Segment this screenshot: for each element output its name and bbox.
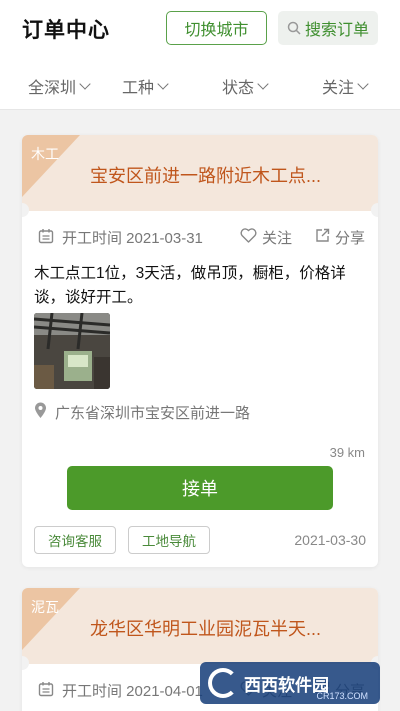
trade-label: 木工 <box>31 146 59 162</box>
site-navigation-button[interactable]: 工地导航 <box>128 526 210 554</box>
order-meta: 开工时间 2021-03-31 关注 分享 <box>22 227 378 249</box>
filter-status-label: 状态 <box>222 80 255 97</box>
heart-icon <box>240 228 257 247</box>
watermark-logo: 西西软件园 CR173.COM <box>200 662 380 704</box>
page-title: 订单中心 <box>22 19 110 42</box>
calendar-icon <box>38 681 54 701</box>
order-card[interactable]: 木工 宝安区前进一路附近木工点... 开工时间 2021-03-31 关注 分享… <box>22 135 378 567</box>
share-button[interactable]: 分享 <box>315 227 365 248</box>
chevron-down-icon <box>257 78 269 90</box>
start-time: 开工时间 2021-03-31 <box>38 227 203 248</box>
order-address: 广东省深圳市宝安区前进一路 <box>34 402 250 423</box>
address-text: 广东省深圳市宝安区前进一路 <box>55 405 251 422</box>
consult-service-button[interactable]: 咨询客服 <box>34 526 116 554</box>
search-icon <box>287 21 301 35</box>
start-time-text: 开工时间 2021-03-31 <box>62 230 203 247</box>
chevron-down-icon <box>357 78 369 90</box>
follow-label: 关注 <box>262 230 293 247</box>
filter-city[interactable]: 全深圳 <box>28 74 91 98</box>
share-icon <box>315 228 330 247</box>
share-label: 分享 <box>335 230 366 247</box>
top-bar: 订单中心 切换城市 搜索订单 <box>0 0 400 58</box>
chevron-down-icon <box>79 78 91 90</box>
distance: 39 km <box>329 445 365 460</box>
order-description: 木工点工1位，3天活，做吊顶，橱柜，价格详谈，谈好开工。 <box>34 265 346 306</box>
filter-trade[interactable]: 工种 <box>122 74 169 98</box>
order-title[interactable]: 宝安区前进一路附近木工点... <box>90 162 321 188</box>
filter-bar: 全深圳 工种 状态 关注 <box>0 58 400 110</box>
calendar-icon <box>38 228 54 248</box>
switch-city-button[interactable]: 切换城市 <box>166 11 267 45</box>
ticket-notch <box>371 203 378 217</box>
posted-date: 2021-03-30 <box>294 532 366 548</box>
trade-label: 泥瓦 <box>31 599 59 615</box>
site-photo[interactable] <box>34 313 110 389</box>
search-orders-label: 搜索订单 <box>304 22 369 39</box>
chevron-down-icon <box>157 78 169 90</box>
filter-city-label: 全深圳 <box>28 80 77 97</box>
filter-follow-label: 关注 <box>322 80 355 97</box>
start-time: 开工时间 2021-04-01 <box>38 680 203 701</box>
start-time-text: 开工时间 2021-04-01 <box>62 683 203 700</box>
watermark-url: CR173.COM <box>316 691 368 701</box>
filter-trade-label: 工种 <box>122 80 155 97</box>
filter-status[interactable]: 状态 <box>222 74 269 98</box>
filter-follow[interactable]: 关注 <box>322 74 369 98</box>
accept-order-button[interactable]: 接单 <box>67 466 333 510</box>
order-title[interactable]: 龙华区华明工业园泥瓦半天... <box>90 615 321 641</box>
follow-button[interactable]: 关注 <box>240 227 292 248</box>
location-pin-icon <box>34 402 47 423</box>
watermark-icon <box>208 668 238 698</box>
search-orders-button[interactable]: 搜索订单 <box>278 11 378 45</box>
